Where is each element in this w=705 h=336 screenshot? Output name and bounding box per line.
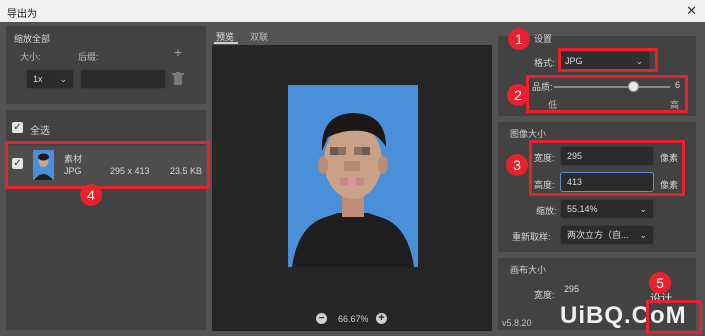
minus-icon: −: [318, 313, 325, 324]
settings-header: 设置: [534, 34, 553, 44]
scale-all-header: 缩放全部: [14, 34, 51, 44]
select-all-checkbox[interactable]: ✓: [12, 122, 23, 133]
annotation-box-asset: [5, 141, 210, 189]
chevron-down-icon: ⌄: [639, 204, 647, 214]
canvas-width-input[interactable]: 295: [532, 280, 602, 300]
zoom-out-button[interactable]: −: [316, 313, 327, 324]
preview-photo: [288, 85, 418, 267]
annotation-box-size: [529, 140, 685, 196]
annotation-box-quality: [526, 75, 688, 113]
canvas-size-header: 画布大小: [510, 265, 547, 275]
annotation-badge-4: 4: [80, 184, 102, 206]
annotation-badge-3: 3: [506, 154, 528, 176]
suffix-input[interactable]: [80, 69, 166, 89]
close-icon[interactable]: ✕: [686, 3, 697, 19]
zoom-level: 66.67%: [338, 314, 369, 324]
size-label: 大小:: [20, 52, 41, 62]
tab-artboard[interactable]: 双联: [250, 30, 268, 43]
size-select-value: 1x: [33, 74, 43, 84]
annotation-badge-1: 1: [508, 28, 530, 50]
zoom-in-button[interactable]: +: [376, 313, 387, 324]
scale-all-panel: 缩放全部 大小: 后缀: + 1x ⌄: [6, 26, 206, 104]
preview-canvas: − 66.67% +: [212, 45, 492, 331]
format-label: 格式:: [534, 58, 555, 68]
select-all-label: 全选: [30, 126, 50, 137]
resample-select-value: 两次立方（自...: [567, 230, 629, 240]
scale-select[interactable]: 55.14% ⌄: [560, 199, 654, 219]
chevron-down-icon: ⌄: [59, 74, 67, 84]
scale-select-value: 55.14%: [567, 204, 598, 214]
title-bar: 导出为 ✕: [0, 0, 705, 22]
size-select[interactable]: 1x ⌄: [26, 69, 74, 89]
tab-preview-underline: [214, 42, 238, 44]
annotation-box-export: [646, 300, 702, 334]
resample-label: 重新取样:: [512, 232, 551, 242]
canvas-width-value: 295: [564, 284, 580, 294]
add-scale-icon[interactable]: +: [174, 44, 182, 60]
suffix-label: 后缀:: [78, 52, 99, 62]
annotation-box-format: [558, 48, 658, 72]
version-label: v5.8.20: [502, 318, 532, 328]
window-title: 导出为: [7, 9, 37, 20]
annotation-badge-5: 5: [649, 272, 671, 294]
chevron-down-icon: ⌄: [639, 230, 647, 240]
resample-select[interactable]: 两次立方（自... ⌄: [560, 225, 654, 245]
scale-label: 缩放:: [536, 206, 557, 216]
image-size-header: 图像大小: [510, 129, 547, 139]
annotation-badge-2: 2: [507, 84, 529, 106]
plus-icon: +: [378, 312, 385, 324]
trash-icon[interactable]: [172, 72, 184, 86]
